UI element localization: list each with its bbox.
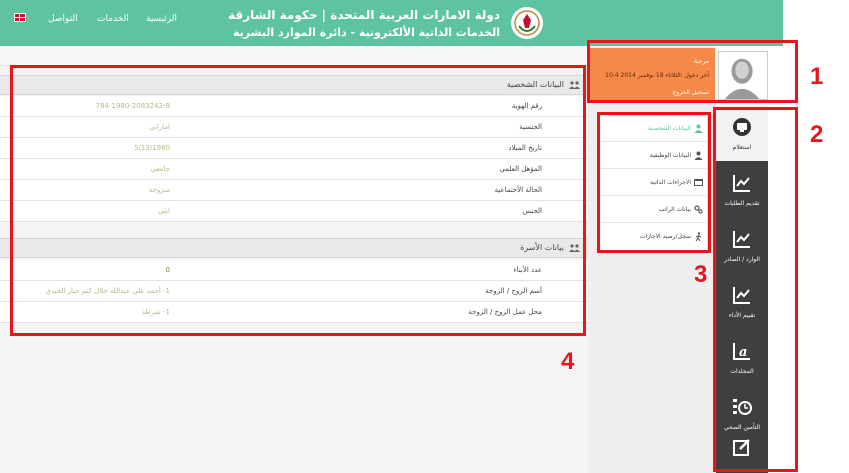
- emblem-logo-icon: [511, 7, 543, 39]
- annotation-box-1: [587, 40, 798, 103]
- uk-flag-icon[interactable]: [14, 13, 26, 22]
- annotation-box-2: [713, 107, 798, 472]
- annotation-number-3: 3: [694, 261, 708, 288]
- annotation-number-1: 1: [810, 63, 824, 90]
- header-subtitle: الخدمات الذاتية الألكترونية - دائرة المو…: [232, 26, 500, 39]
- nav-contact[interactable]: التواصل: [48, 14, 78, 24]
- annotation-box-4: [10, 65, 586, 336]
- header-title: دولة الامارات العربية المتحدة | حكومة ال…: [228, 8, 500, 22]
- content-toolbar-strip: [0, 46, 588, 66]
- nav-services[interactable]: الخدمات: [97, 14, 129, 24]
- annotation-number-4: 4: [561, 348, 575, 375]
- nav-home[interactable]: الرئيسية: [146, 14, 177, 24]
- annotation-number-2: 2: [810, 121, 824, 148]
- annotation-box-3: [597, 112, 711, 253]
- submenu-column: [588, 46, 716, 473]
